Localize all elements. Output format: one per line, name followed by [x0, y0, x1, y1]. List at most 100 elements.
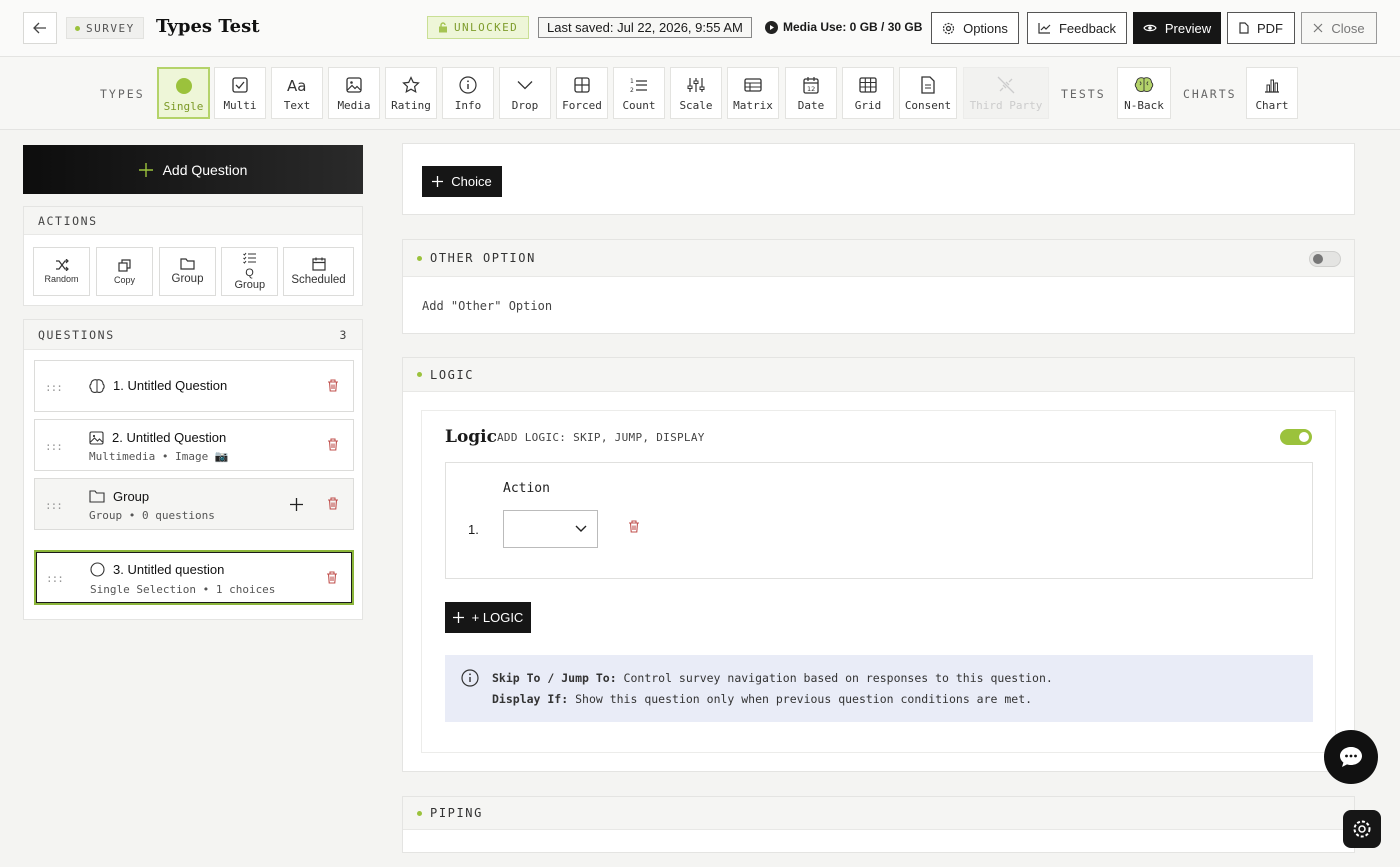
logic-toggle[interactable]	[1280, 429, 1312, 445]
add-question-button[interactable]: Add Question	[23, 145, 363, 194]
chevron-down-icon	[575, 525, 587, 533]
close-button[interactable]: Close	[1301, 12, 1377, 44]
question-title: 3. Untitled question	[90, 562, 224, 577]
questions-header: QUESTIONS 3	[24, 320, 362, 350]
drag-handle-icon[interactable]: :::	[45, 499, 63, 512]
question-item-2[interactable]: ::: 2. Untitled Question Multimedia • Im…	[34, 419, 354, 471]
action-group-button[interactable]: Group	[159, 247, 216, 296]
choices-card: Choice	[402, 143, 1355, 215]
action-scheduled-button[interactable]: Scheduled	[283, 247, 354, 296]
type-matrix-button[interactable]: Matrix	[727, 67, 779, 119]
list-check-icon	[243, 252, 256, 264]
info-skip-line: Skip To / Jump To: Control survey naviga…	[492, 671, 1053, 685]
types-section-label: TYPES	[100, 87, 145, 101]
action-random-button[interactable]: Random	[33, 247, 90, 296]
type-media-button[interactable]: Media	[328, 67, 380, 119]
type-drop-button[interactable]: Drop	[499, 67, 551, 119]
page-title[interactable]: Types Test	[156, 16, 260, 37]
action-label: Copy	[113, 274, 135, 285]
question-subtitle: Single Selection • 1 choices	[90, 583, 276, 596]
action-label: Q Group	[234, 267, 266, 291]
type-scale-button[interactable]: Scale	[670, 67, 722, 119]
type-label: Count	[622, 99, 656, 112]
copy-icon	[118, 258, 131, 272]
chat-button[interactable]	[1324, 730, 1378, 784]
add-choice-button[interactable]: Choice	[422, 166, 502, 197]
actions-header: ACTIONS	[24, 207, 362, 235]
info-icon	[461, 669, 479, 687]
options-button[interactable]: Options	[931, 12, 1019, 44]
checkbox-icon	[230, 75, 250, 95]
pdf-button[interactable]: PDF	[1227, 12, 1295, 44]
actions-label: ACTIONS	[38, 213, 98, 228]
add-to-group-plus-icon[interactable]	[290, 498, 303, 511]
type-grid-button[interactable]: Grid	[842, 67, 894, 119]
action-label: Random	[44, 274, 79, 284]
question-title: 2. Untitled Question	[89, 430, 226, 445]
type-multi-button[interactable]: Multi	[214, 67, 266, 119]
add-logic-button[interactable]: + LOGIC	[445, 602, 531, 633]
question-item-3-selected[interactable]: ::: 3. Untitled question Single Selectio…	[34, 550, 354, 605]
back-button[interactable]	[23, 12, 57, 44]
delete-trash-icon[interactable]	[327, 438, 339, 451]
plus-icon	[138, 162, 153, 177]
delete-trash-icon[interactable]	[327, 379, 339, 392]
calendar-icon	[311, 257, 326, 271]
type-label: Consent	[904, 99, 952, 112]
drag-handle-icon[interactable]: :::	[45, 440, 63, 453]
question-title: Group	[89, 489, 149, 504]
type-label: Date	[797, 99, 825, 112]
questions-panel: QUESTIONS 3 ::: 1. Untitled Question :::…	[23, 319, 363, 620]
test-nback-button[interactable]: N-Back	[1117, 67, 1171, 119]
type-count-button[interactable]: 12 Count	[613, 67, 665, 119]
action-label: Group	[171, 273, 204, 285]
feedback-button[interactable]: Feedback	[1027, 12, 1127, 44]
question-subtitle: Multimedia • Image 📷	[89, 450, 229, 463]
type-text-button[interactable]: Aa Text	[271, 67, 323, 119]
line-chart-icon	[1038, 22, 1051, 34]
last-saved-indicator: Last saved: Jul 22, 2026, 9:55 AM	[538, 17, 752, 38]
info-icon	[458, 75, 478, 95]
logic-info-box: Skip To / Jump To: Control survey naviga…	[445, 655, 1313, 722]
drag-handle-icon[interactable]: :::	[46, 572, 64, 585]
type-consent-button[interactable]: Consent	[899, 67, 957, 119]
type-label: Scale	[679, 99, 713, 112]
question-item-1[interactable]: ::: 1. Untitled Question	[34, 360, 354, 412]
type-forced-button[interactable]: Forced	[556, 67, 608, 119]
type-single-button[interactable]: Single	[157, 67, 210, 119]
chart-button[interactable]: Chart	[1246, 67, 1298, 119]
info-display-text: Show this question only when previous qu…	[568, 692, 1033, 706]
gear-icon	[942, 22, 955, 35]
bar-chart-icon	[1262, 75, 1282, 95]
grid-table-icon	[858, 75, 878, 95]
section-dot-icon	[417, 255, 422, 261]
delete-trash-icon[interactable]	[326, 571, 338, 584]
drag-handle-icon[interactable]: :::	[45, 381, 63, 394]
other-option-toggle[interactable]	[1309, 251, 1341, 267]
info-skip-text: Control survey navigation based on respo…	[616, 671, 1053, 685]
action-label: Scheduled	[291, 274, 346, 286]
text-icon: Aa	[287, 75, 307, 95]
piping-heading: PIPING	[430, 806, 483, 820]
action-copy-button[interactable]: Copy	[96, 247, 153, 296]
charts-section-label: CHARTS	[1183, 87, 1237, 101]
preview-button[interactable]: Preview	[1133, 12, 1221, 44]
question-title-text: Group	[113, 489, 150, 504]
logic-title: Logic	[445, 427, 497, 447]
action-select[interactable]	[503, 510, 598, 548]
settings-button[interactable]	[1343, 810, 1381, 848]
logic-heading: LOGIC	[430, 367, 475, 382]
type-date-button[interactable]: 12 Date	[785, 67, 837, 119]
plus-icon	[452, 612, 464, 623]
type-rating-button[interactable]: Rating	[385, 67, 437, 119]
lock-status-badge[interactable]: UNLOCKED	[427, 16, 530, 39]
question-group-item[interactable]: ::: Group Group • 0 questions	[34, 478, 354, 530]
piping-card: PIPING	[402, 796, 1355, 853]
lock-status-label: UNLOCKED	[454, 21, 519, 34]
delete-rule-trash-icon[interactable]	[628, 520, 640, 533]
type-info-button[interactable]: Info	[442, 67, 494, 119]
action-q-group-button[interactable]: Q Group	[221, 247, 278, 296]
delete-trash-icon[interactable]	[327, 497, 339, 510]
folder-icon	[89, 490, 105, 503]
type-label: Drop	[511, 99, 539, 112]
